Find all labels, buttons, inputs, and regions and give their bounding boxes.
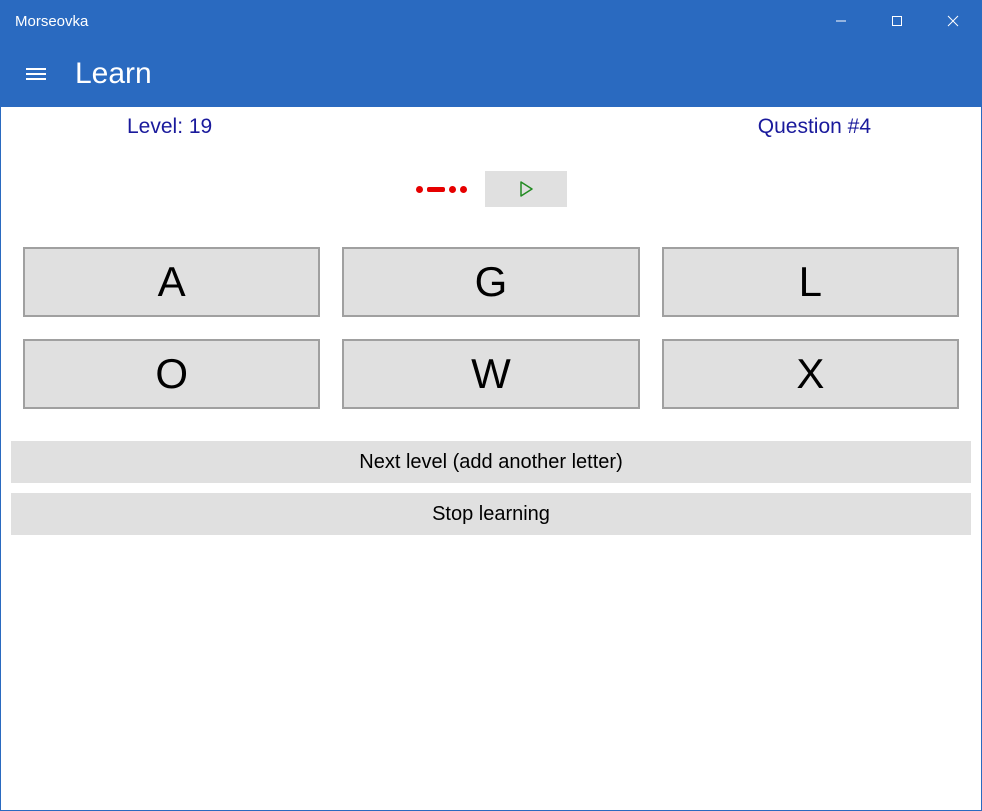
app-window: Morseovka Learn Level: 19 Question #4 (0, 0, 982, 811)
window-controls (813, 1, 981, 41)
letter-button-0[interactable]: A (23, 247, 320, 317)
close-icon (947, 15, 959, 27)
titlebar: Morseovka (1, 1, 981, 41)
minimize-button[interactable] (813, 1, 869, 41)
window-title: Morseovka (1, 13, 88, 30)
letter-grid: A G L O W X (1, 207, 981, 409)
letter-button-5[interactable]: X (662, 339, 959, 409)
morse-row (1, 171, 981, 207)
minimize-icon (835, 15, 847, 27)
stop-learning-button[interactable]: Stop learning (11, 493, 971, 535)
close-button[interactable] (925, 1, 981, 41)
next-level-button[interactable]: Next level (add another letter) (11, 441, 971, 483)
content-area: Level: 19 Question #4 A G L O W X Next l… (1, 107, 981, 810)
app-header: Learn (1, 41, 981, 107)
menu-button[interactable] (15, 53, 57, 95)
question-label: Question #4 (758, 115, 871, 139)
letter-button-1[interactable]: G (342, 247, 639, 317)
maximize-icon (891, 15, 903, 27)
status-row: Level: 19 Question #4 (1, 107, 981, 139)
morse-pattern (416, 186, 467, 193)
bottom-actions: Next level (add another letter) Stop lea… (1, 409, 981, 535)
letter-button-3[interactable]: O (23, 339, 320, 409)
maximize-button[interactable] (869, 1, 925, 41)
level-label: Level: 19 (127, 115, 212, 139)
page-title: Learn (75, 57, 152, 91)
letter-button-4[interactable]: W (342, 339, 639, 409)
hamburger-icon (26, 68, 46, 80)
letter-button-2[interactable]: L (662, 247, 959, 317)
play-icon (518, 181, 534, 197)
play-button[interactable] (485, 171, 567, 207)
